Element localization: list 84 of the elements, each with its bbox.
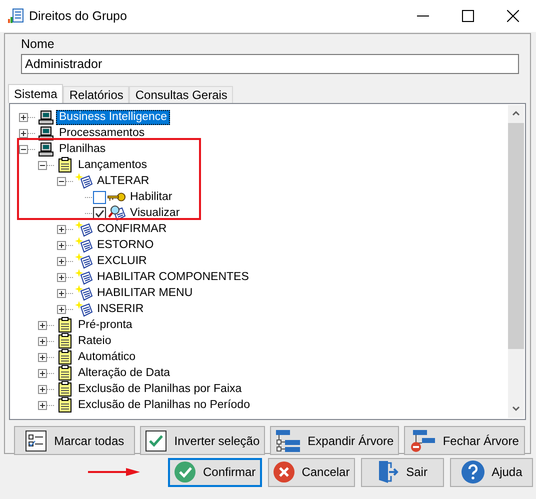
tree-item[interactable]: INSERIR bbox=[94, 302, 147, 316]
collapse-toggle[interactable] bbox=[57, 176, 66, 186]
tree-item[interactable]: HABILITAR COMPONENTES bbox=[94, 270, 252, 284]
clipboard-icon bbox=[58, 365, 72, 381]
star-page-icon bbox=[74, 237, 92, 253]
tree-item[interactable]: ESTORNO bbox=[94, 238, 157, 252]
tab[interactable]: Consultas Gerais bbox=[129, 86, 234, 103]
tree-item[interactable]: ALTERAR bbox=[94, 174, 152, 188]
tree-item[interactable]: Exclusão de Planilhas por Faixa bbox=[75, 382, 245, 396]
expand-toggle[interactable] bbox=[19, 112, 28, 122]
tree-item[interactable]: Rateio bbox=[75, 334, 114, 348]
tree-item[interactable]: HABILITAR MENU bbox=[94, 286, 196, 300]
expand-toggle[interactable] bbox=[19, 128, 28, 138]
collapse-toggle[interactable] bbox=[19, 144, 28, 154]
expand-toggle[interactable] bbox=[57, 240, 66, 250]
expand-toggle[interactable] bbox=[38, 336, 47, 346]
close-icon[interactable] bbox=[507, 10, 519, 22]
star-page-icon bbox=[74, 301, 92, 317]
dialog-button[interactable]: Ajuda bbox=[450, 458, 533, 486]
clipboard-icon bbox=[58, 317, 72, 333]
tree-item[interactable]: EXCLUIR bbox=[94, 254, 150, 268]
dialog-button[interactable]: Cancelar bbox=[268, 458, 355, 486]
clipboard-icon bbox=[58, 349, 72, 365]
checkbox[interactable] bbox=[93, 190, 107, 204]
tab[interactable]: Sistema bbox=[8, 84, 64, 103]
dialog-button[interactable]: Confirmar bbox=[168, 458, 262, 486]
toolbar-button[interactable]: Inverter seleção bbox=[140, 426, 265, 455]
dialog-button[interactable]: Sair bbox=[360, 458, 444, 486]
expand-toggle[interactable] bbox=[38, 320, 47, 330]
computer-icon bbox=[38, 110, 54, 124]
expand-toggle[interactable] bbox=[38, 352, 47, 362]
toolbar-button[interactable]: Fechar Árvore bbox=[404, 426, 525, 455]
star-page-icon bbox=[74, 253, 92, 269]
expand-toggle[interactable] bbox=[57, 288, 66, 298]
clipboard-icon bbox=[58, 333, 72, 349]
expand-toggle[interactable] bbox=[38, 384, 47, 394]
tree-item[interactable]: Visualizar bbox=[127, 206, 183, 220]
collapse-toggle[interactable] bbox=[38, 160, 47, 170]
tab[interactable]: Relatórios bbox=[63, 86, 130, 103]
door-exit-icon bbox=[377, 460, 400, 484]
maximize-icon[interactable] bbox=[462, 10, 474, 22]
expand-toggle[interactable] bbox=[38, 400, 47, 410]
clipboard-icon bbox=[58, 397, 72, 413]
tree-item[interactable]: Business Intelligence bbox=[56, 110, 170, 124]
star-page-icon bbox=[74, 269, 92, 285]
app-icon bbox=[8, 8, 24, 24]
tree-item[interactable]: Lançamentos bbox=[75, 158, 150, 172]
tree-item[interactable]: Exclusão de Planilhas no Período bbox=[75, 398, 253, 412]
check-icon bbox=[145, 430, 168, 452]
expand-toggle[interactable] bbox=[57, 272, 66, 282]
computer-icon bbox=[38, 142, 54, 156]
tree-expand-icon bbox=[274, 428, 301, 452]
key-icon bbox=[107, 191, 126, 203]
tree-item[interactable]: Pré-pronta bbox=[75, 318, 136, 332]
scrollbar[interactable] bbox=[508, 105, 524, 418]
tree-item[interactable]: CONFIRMAR bbox=[94, 222, 170, 236]
clipboard-icon bbox=[58, 157, 72, 173]
name-field[interactable]: Administrador bbox=[21, 54, 519, 74]
field-label: Nome bbox=[21, 37, 54, 51]
expand-toggle[interactable] bbox=[38, 368, 47, 378]
close-circle-icon bbox=[272, 461, 295, 483]
checkbox[interactable] bbox=[93, 206, 107, 220]
expand-toggle[interactable] bbox=[57, 224, 66, 234]
expand-toggle[interactable] bbox=[57, 256, 66, 266]
tree-item[interactable]: Processamentos bbox=[56, 126, 148, 140]
tree-item[interactable]: Planilhas bbox=[56, 142, 109, 156]
expand-toggle[interactable] bbox=[57, 304, 66, 314]
toolbar-button[interactable]: Marcar todas bbox=[14, 426, 136, 455]
star-page-icon bbox=[74, 173, 92, 189]
tree-item[interactable]: Automático bbox=[75, 350, 139, 364]
star-page-icon bbox=[74, 285, 92, 301]
tree-item[interactable]: Habilitar bbox=[127, 190, 176, 204]
toolbar-button[interactable]: Expandir Árvore bbox=[270, 426, 399, 455]
window-title: Direitos do Grupo bbox=[29, 9, 128, 23]
help-icon bbox=[460, 460, 485, 484]
star-page-icon bbox=[74, 221, 92, 237]
computer-icon bbox=[38, 126, 54, 140]
clipboard-icon bbox=[58, 381, 72, 397]
tree-collapse-icon bbox=[410, 428, 436, 452]
checklist-icon bbox=[25, 430, 48, 452]
check-circle-icon bbox=[174, 461, 196, 483]
arrow bbox=[88, 468, 140, 476]
magnifier-page-icon bbox=[108, 205, 126, 221]
tree-item[interactable]: Alteração de Data bbox=[75, 366, 174, 380]
